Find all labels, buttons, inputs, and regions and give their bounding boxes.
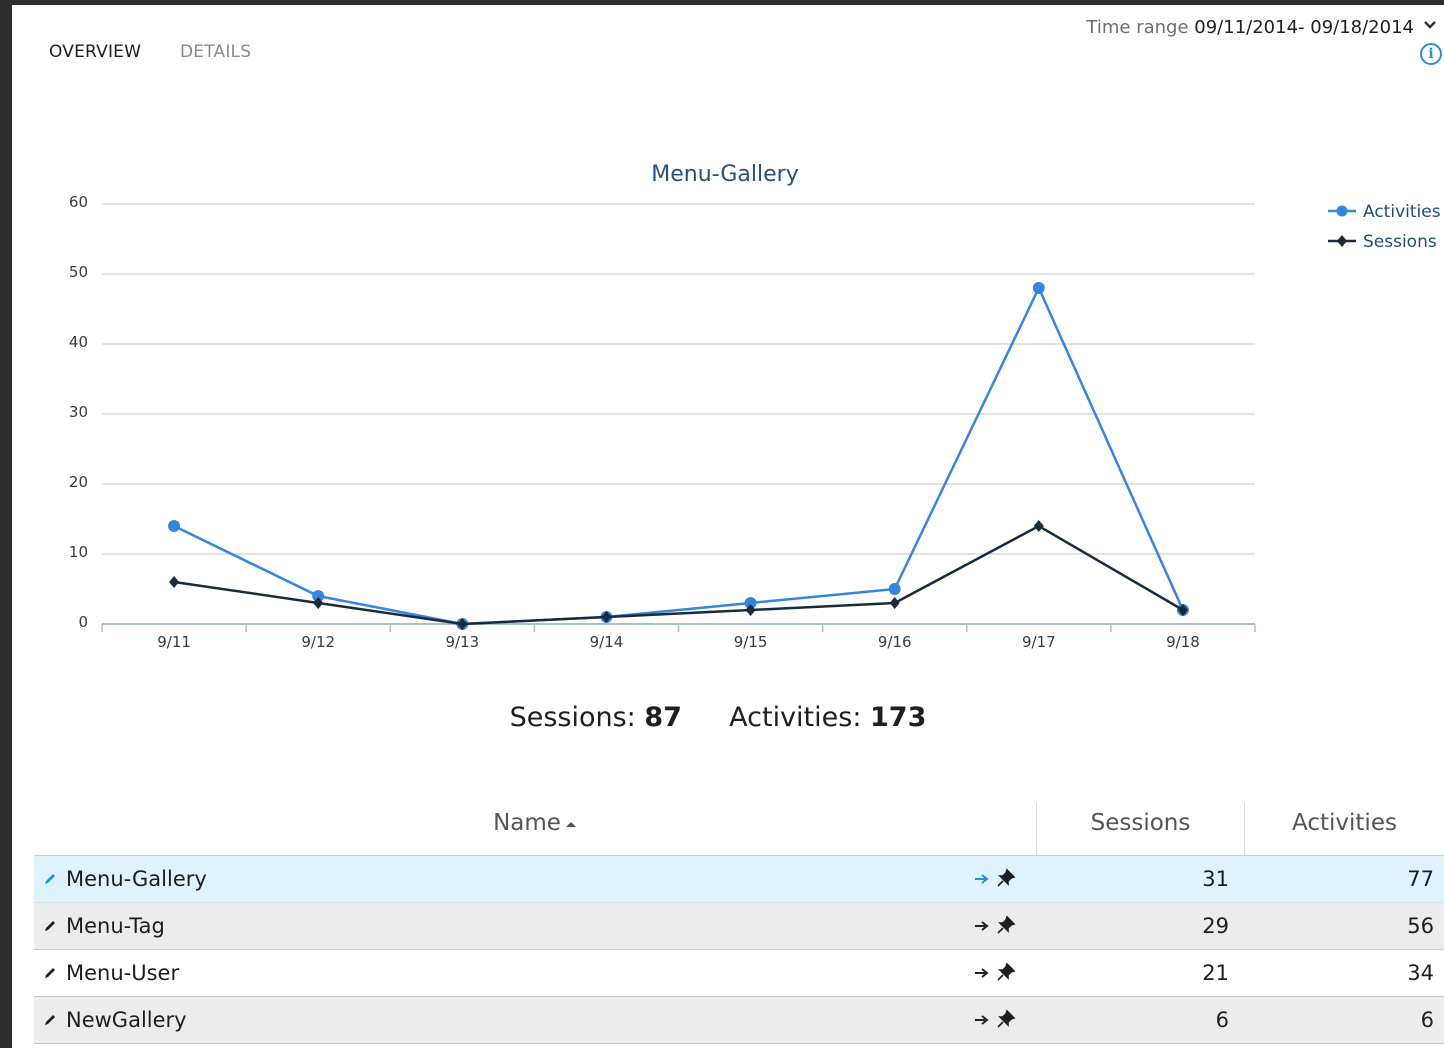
row-activities: 77 bbox=[1407, 867, 1434, 891]
pin-icon[interactable] bbox=[996, 915, 1016, 935]
row-name: Menu-Tag bbox=[66, 914, 165, 938]
data-point-sessions[interactable] bbox=[1033, 520, 1044, 532]
x-tick-label: 9/17 bbox=[1022, 633, 1056, 651]
row-name: Menu-Gallery bbox=[66, 867, 207, 891]
line-chart: 0 10 20 30 40 50 60 9/11 9/12 9/13 9/14 9/15 9/16 9/1… bbox=[69, 162, 1441, 651]
activities-total-label: Activities: bbox=[729, 702, 862, 733]
chart-axes: 0 10 20 30 40 50 60 9/11 9/12 9/13 9/14 9/15 9/16 9/1… bbox=[69, 193, 1256, 651]
edit-pencil-icon[interactable] bbox=[43, 966, 57, 980]
overview-panel: OVERVIEW DETAILS Time range 09/11/2014- … bbox=[12, 5, 1444, 1048]
pin-icon[interactable] bbox=[996, 962, 1016, 982]
data-point-activities[interactable] bbox=[168, 520, 181, 532]
legend-label-sessions[interactable]: Sessions bbox=[1363, 232, 1437, 252]
row-sessions: 21 bbox=[1202, 961, 1229, 985]
arrow-right-icon[interactable] bbox=[974, 1014, 990, 1026]
y-tick-label: 20 bbox=[69, 473, 88, 491]
row-name: NewGallery bbox=[66, 1008, 187, 1032]
chart-title: Menu-Gallery bbox=[651, 162, 799, 187]
pin-icon[interactable] bbox=[996, 1009, 1016, 1029]
y-tick-label: 60 bbox=[69, 193, 88, 211]
column-header-name[interactable]: Name bbox=[34, 803, 1036, 856]
x-tick-label: 9/13 bbox=[445, 633, 479, 651]
y-tick-label: 30 bbox=[69, 403, 88, 421]
legend-label-activities[interactable]: Activities bbox=[1363, 202, 1441, 222]
y-tick-label: 10 bbox=[69, 543, 88, 561]
y-tick-label: 0 bbox=[78, 613, 88, 631]
row-activities: 6 bbox=[1420, 1008, 1434, 1032]
series-line-activities bbox=[173, 285, 1185, 626]
table-body: Menu-Gallery 31 77 Menu-Tag 29 56 Menu-User 21 3… bbox=[34, 856, 1444, 1044]
data-point-sessions[interactable] bbox=[169, 576, 180, 588]
column-header-sessions[interactable]: Sessions bbox=[1036, 803, 1244, 856]
chart-series bbox=[168, 282, 1189, 630]
row-sessions: 29 bbox=[1202, 914, 1229, 938]
pin-icon[interactable] bbox=[996, 868, 1016, 888]
x-tick-label: 9/12 bbox=[301, 633, 335, 651]
table-row[interactable]: Menu-User 21 34 bbox=[34, 950, 1444, 997]
items-table: Name Sessions Activities Menu-Gallery 31 7… bbox=[34, 803, 1444, 1044]
sort-ascending-icon bbox=[565, 821, 576, 827]
legend-marker-activities bbox=[1336, 205, 1348, 217]
x-tick-label: 9/15 bbox=[734, 633, 768, 651]
arrow-right-icon[interactable] bbox=[974, 873, 990, 885]
row-sessions: 6 bbox=[1215, 1008, 1229, 1032]
table-header: Name Sessions Activities bbox=[34, 803, 1444, 856]
x-tick-label: 9/11 bbox=[157, 633, 191, 651]
data-point-activities[interactable] bbox=[1032, 282, 1045, 294]
legend-marker-sessions bbox=[1337, 235, 1347, 247]
activities-total-value: 173 bbox=[870, 702, 927, 733]
row-sessions: 31 bbox=[1202, 867, 1229, 891]
table-row[interactable]: NewGallery 6 6 bbox=[34, 997, 1444, 1044]
x-tick-label: 9/18 bbox=[1166, 633, 1200, 651]
row-name: Menu-User bbox=[66, 961, 180, 985]
x-tick-label: 9/14 bbox=[590, 633, 624, 651]
sessions-total-value: 87 bbox=[644, 702, 682, 733]
data-point-activities[interactable] bbox=[888, 583, 901, 595]
table-row[interactable]: Menu-Tag 29 56 bbox=[34, 903, 1444, 950]
table-row[interactable]: Menu-Gallery 31 77 bbox=[34, 856, 1444, 903]
x-tick-label: 9/16 bbox=[878, 633, 912, 651]
y-tick-label: 50 bbox=[69, 263, 88, 281]
totals-summary: Sessions: 87 Activities: 173 bbox=[12, 702, 1424, 733]
edit-pencil-icon[interactable] bbox=[43, 872, 57, 886]
row-activities: 56 bbox=[1407, 914, 1434, 938]
sessions-total-label: Sessions: bbox=[509, 702, 636, 733]
edit-pencil-icon[interactable] bbox=[43, 1013, 57, 1027]
y-tick-label: 40 bbox=[69, 333, 88, 351]
chart-gridlines bbox=[102, 203, 1255, 625]
chart-legend: Activities Sessions bbox=[1328, 202, 1441, 252]
data-point-sessions[interactable] bbox=[889, 597, 900, 609]
column-header-activities[interactable]: Activities bbox=[1244, 803, 1444, 856]
arrow-right-icon[interactable] bbox=[974, 920, 990, 932]
arrow-right-icon[interactable] bbox=[974, 967, 990, 979]
edit-pencil-icon[interactable] bbox=[43, 919, 57, 933]
row-activities: 34 bbox=[1407, 961, 1434, 985]
column-header-name-label: Name bbox=[493, 810, 561, 836]
